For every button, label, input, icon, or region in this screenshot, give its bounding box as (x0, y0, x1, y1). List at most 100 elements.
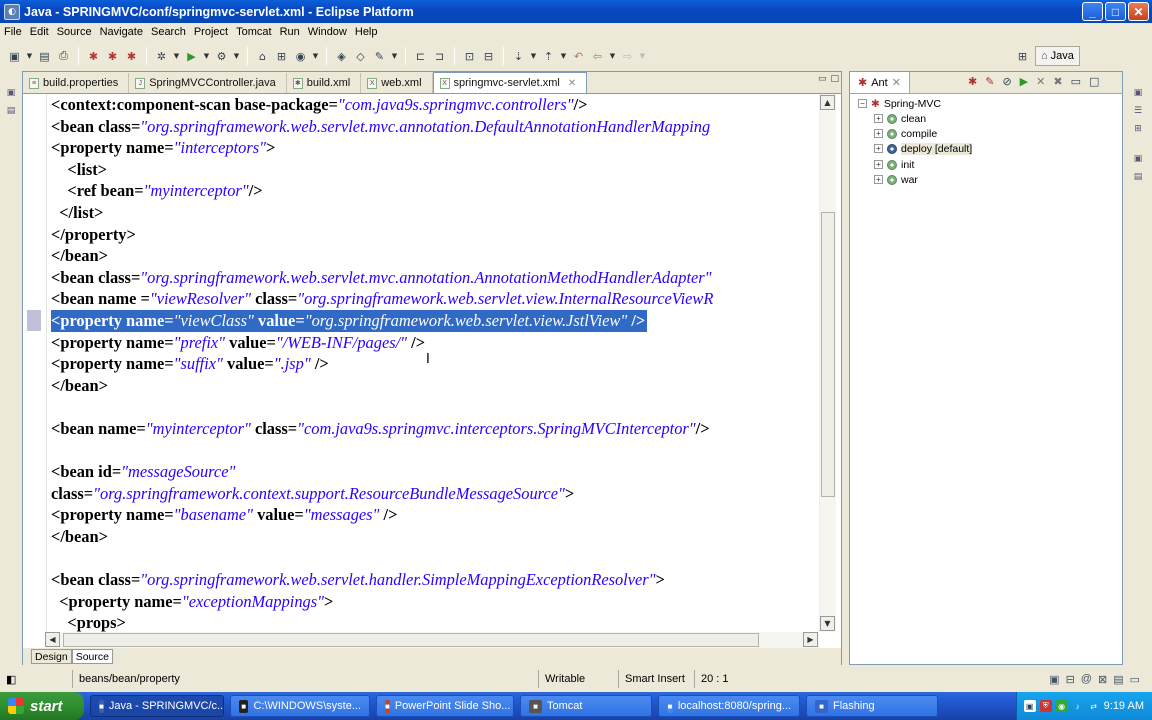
hide-internal-targets-icon[interactable]: ⊘ (1002, 75, 1011, 88)
volume-icon[interactable]: ♪ (1072, 700, 1084, 712)
close-button[interactable]: ✕ (1128, 2, 1149, 21)
code-line[interactable]: </property> (51, 224, 136, 246)
vertical-scrollbar[interactable]: ▲ ▼ (819, 94, 836, 632)
console-icon[interactable]: ▤ (1134, 172, 1143, 182)
code-line[interactable]: <property name="suffix" value=".jsp" /> (51, 353, 329, 375)
tomcat-stop-icon[interactable]: ✱ (104, 48, 121, 65)
outline-icon[interactable]: ☰ (1134, 106, 1142, 116)
collapse-icon[interactable]: − (858, 99, 867, 108)
taskbar-button[interactable]: ■ C:\WINDOWS\syste... (230, 695, 370, 717)
taskbar-button[interactable]: ■ Java - SPRINGMVC/c... (90, 695, 224, 717)
restore-icon[interactable]: ▣ (7, 88, 16, 98)
code-line[interactable]: <bean class="org.springframework.web.ser… (51, 116, 710, 138)
tab-build-xml[interactable]: ✱ build.xml (287, 73, 362, 93)
tab-design[interactable]: Design (31, 649, 72, 664)
code-area[interactable]: <context:component-scan base-package="co… (23, 94, 819, 632)
tomcat-restart-icon[interactable]: ✱ (123, 48, 140, 65)
forward-icon[interactable]: ⇨ (619, 48, 636, 65)
tree-target[interactable]: + compile (874, 126, 937, 141)
minimize-view-icon[interactable]: ▭ (818, 74, 827, 84)
open-type-icon[interactable]: ◈ (333, 48, 350, 65)
block-selection-icon[interactable]: ⊟ (480, 48, 497, 65)
progress-icon[interactable]: ▭ (1130, 673, 1140, 686)
chevron-down-icon[interactable]: ▼ (25, 48, 34, 65)
tab-web-xml[interactable]: Xweb.xml (361, 73, 433, 93)
code-line[interactable]: <context:component-scan base-package="co… (51, 94, 588, 116)
tree-target[interactable]: + clean (874, 111, 926, 126)
add-buildfile-icon[interactable]: ✱ (968, 75, 977, 88)
code-line[interactable]: <ref bean="myinterceptor"/> (51, 180, 262, 202)
code-line[interactable]: <property name="exceptionMappings"> (51, 591, 333, 613)
new-java-project-icon[interactable]: ⌂ (254, 48, 271, 65)
code-line[interactable]: </bean> (51, 526, 108, 548)
taskbar-button[interactable]: ■ localhost:8080/spring... (658, 695, 800, 717)
menu-search[interactable]: Search (149, 26, 192, 38)
code-line[interactable]: <bean class="org.springframework.web.ser… (51, 569, 665, 591)
last-edit-icon[interactable]: ↶ (570, 48, 587, 65)
code-line[interactable]: <property name="basename" value="message… (51, 504, 397, 526)
search-icon[interactable]: ✎ (371, 48, 388, 65)
minimize-view-icon[interactable]: ▭ (1071, 75, 1081, 88)
horizontal-scrollbar[interactable]: ◀ ▶ (45, 632, 819, 648)
scroll-right-icon[interactable]: ▶ (803, 632, 818, 647)
open-perspective-icon[interactable]: ⊞ (1014, 48, 1031, 65)
taskbar-button[interactable]: ■ Tomcat (520, 695, 652, 717)
expand-icon[interactable]: + (874, 114, 883, 123)
start-button[interactable]: start (0, 692, 84, 720)
new-class-icon[interactable]: ◉ (292, 48, 309, 65)
add-buildfiles-search-icon[interactable]: ✎ (985, 75, 994, 88)
scroll-up-icon[interactable]: ▲ (820, 95, 835, 110)
hierarchy-icon[interactable]: ⊞ (1134, 124, 1142, 134)
chevron-down-icon[interactable]: ▼ (202, 48, 211, 65)
menu-file[interactable]: File (2, 26, 28, 38)
minimize-button[interactable]: _ (1082, 2, 1103, 21)
remove-icon[interactable]: ✕ (1036, 75, 1045, 88)
menu-project[interactable]: Project (192, 26, 234, 38)
restore-icon[interactable]: ▣ (1134, 154, 1143, 164)
open-task-icon[interactable]: ◇ (352, 48, 369, 65)
taskbar-button[interactable]: ■ PowerPoint Slide Sho... (376, 695, 514, 717)
bookmarks-icon[interactable]: @ (1081, 673, 1092, 686)
title-bar[interactable]: ◐ Java - SPRINGMVC/conf/springmvc-servle… (0, 0, 1152, 23)
restore-icon[interactable]: ▣ (1134, 88, 1143, 98)
network-icon[interactable]: ▣ (1023, 700, 1036, 712)
tree-target-default[interactable]: + deploy [default] (874, 141, 973, 156)
toggle-mark-icon[interactable]: ⊏ (412, 48, 429, 65)
expand-icon[interactable]: + (874, 160, 883, 169)
menu-window[interactable]: Window (306, 26, 353, 38)
horizontal-scroll-thumb[interactable] (63, 633, 759, 647)
chevron-down-icon[interactable]: ▼ (311, 48, 320, 65)
toggle-breadcrumb-icon[interactable]: ⊐ (431, 48, 448, 65)
run-icon[interactable]: ▶ (183, 48, 200, 65)
code-line[interactable]: </bean> (51, 245, 108, 267)
code-line[interactable]: <props> (51, 612, 125, 632)
tab-springmvccontroller-java[interactable]: J SpringMVCController.java (129, 73, 287, 93)
code-line[interactable]: <bean id="messageSource" (51, 461, 235, 483)
code-line[interactable]: <bean name ="viewResolver" class="org.sp… (51, 288, 713, 310)
chevron-down-icon[interactable]: ▼ (232, 48, 241, 65)
restore-icon[interactable]: ▣ (1049, 673, 1059, 686)
code-line[interactable]: </list> (51, 202, 103, 224)
selected-code-line[interactable]: <property name="viewClass" value="org.sp… (51, 310, 648, 332)
code-line[interactable]: <bean class="org.springframework.web.ser… (51, 267, 712, 289)
save-icon[interactable]: ▤ (36, 48, 53, 65)
tree-project[interactable]: − ✱ Spring-MVC (858, 96, 941, 111)
code-line[interactable]: <list> (51, 159, 107, 181)
menu-navigate[interactable]: Navigate (98, 26, 149, 38)
chevron-down-icon[interactable]: ▼ (559, 48, 568, 65)
close-tab-icon[interactable]: ✕ (568, 78, 576, 89)
menu-source[interactable]: Source (55, 26, 98, 38)
console-icon[interactable]: ▤ (1113, 673, 1123, 686)
expand-icon[interactable]: + (874, 175, 883, 184)
problems-icon[interactable]: ⊠ (1098, 673, 1107, 686)
chevron-down-icon[interactable]: ▼ (390, 48, 399, 65)
expand-icon[interactable]: + (874, 129, 883, 138)
debug-icon[interactable]: ✲ (153, 48, 170, 65)
menu-tomcat[interactable]: Tomcat (234, 26, 277, 38)
scroll-down-icon[interactable]: ▼ (820, 616, 835, 631)
taskbar-button[interactable]: ■ Flashing (806, 695, 938, 717)
next-annotation-icon[interactable]: ⇣ (510, 48, 527, 65)
tomcat-start-icon[interactable]: ✱ (85, 48, 102, 65)
maximize-button[interactable]: □ (1105, 2, 1126, 21)
chevron-down-icon[interactable]: ▼ (529, 48, 538, 65)
